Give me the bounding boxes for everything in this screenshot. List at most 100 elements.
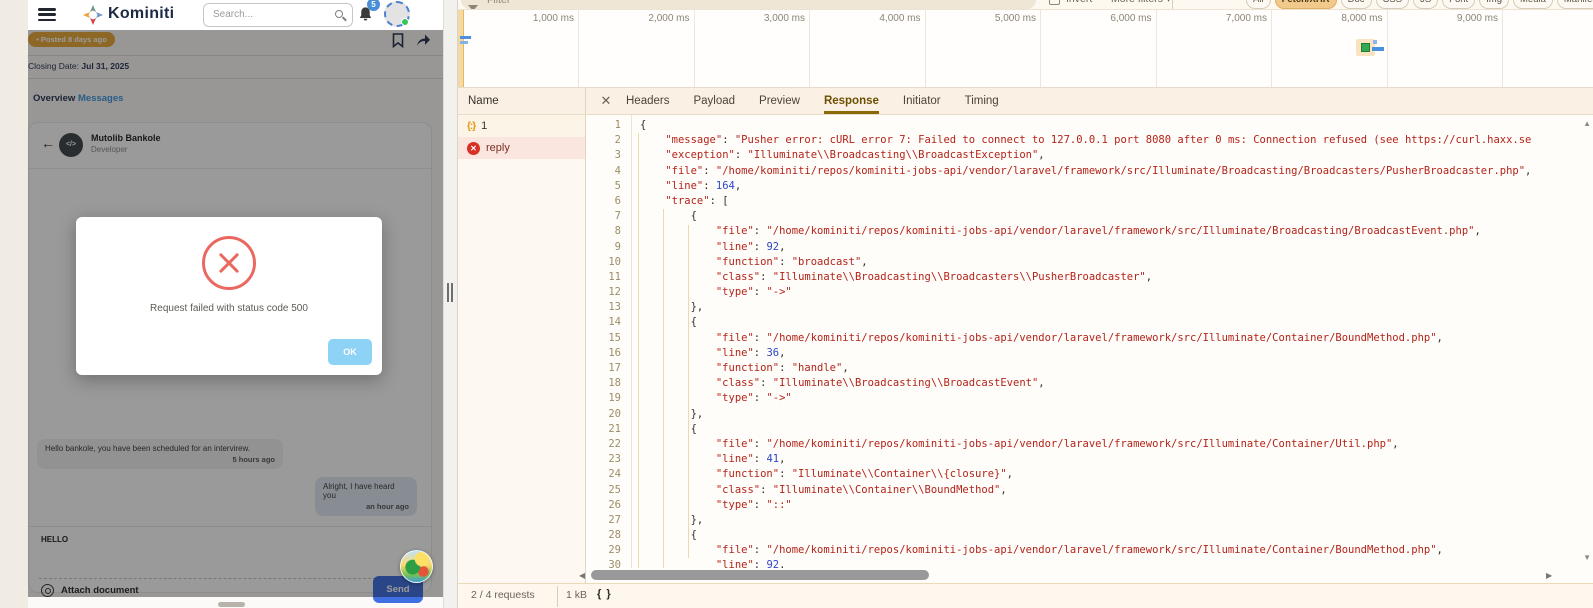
scroll-down-arrow-icon[interactable]: ▼ — [1583, 553, 1591, 562]
requests-name-header[interactable]: Name — [458, 88, 585, 115]
network-filter-toolbar: Filter Invert More filters ▾ AllFetch/XH… — [458, 0, 1593, 10]
filter-chip-doc[interactable]: Doc — [1341, 0, 1372, 9]
line-number: 13 — [586, 300, 621, 315]
filter-chip-manifest[interactable]: Manifest — [1557, 0, 1593, 9]
line-number: 14 — [586, 315, 621, 330]
line-number: 21 — [586, 422, 621, 437]
error-message: Request failed with status code 500 — [76, 303, 382, 314]
search-placeholder: Search... — [213, 9, 253, 20]
response-code-line: 5 "line": 164, — [586, 179, 1593, 194]
response-code-line: 12 "type": "->" — [586, 285, 1593, 300]
request-row-1[interactable]: {:}1 — [458, 115, 585, 137]
response-code-line: 21 { — [586, 422, 1593, 437]
response-code-line: 1{ — [586, 118, 1593, 133]
line-number: 26 — [586, 498, 621, 513]
response-code-line: 19 "type": "->" — [586, 391, 1593, 406]
kominiti-app: Kominiti Search... 5 • Posted 8 days ago… — [0, 0, 443, 608]
line-number: 8 — [586, 224, 621, 239]
line-number: 2 — [586, 133, 621, 148]
response-code-line: 29 "file": "/home/kominiti/repos/kominit… — [586, 543, 1593, 558]
timeline-gridline — [1156, 10, 1157, 87]
error-icon: ✕ — [467, 142, 480, 155]
horizontal-scrollbar-thumb[interactable] — [591, 570, 929, 580]
detail-tab-response[interactable]: Response — [824, 88, 879, 114]
request-mark-green — [1361, 43, 1370, 52]
filter-chip-fetch-xhr[interactable]: Fetch/XHR — [1275, 0, 1337, 9]
request-row-reply[interactable]: ✕reply — [458, 137, 585, 159]
job-detail-page: • Posted 8 days ago Closing Date: Jul 31… — [28, 30, 443, 608]
more-filters-button[interactable]: More filters ▾ — [1111, 0, 1171, 5]
line-number: 3 — [586, 148, 621, 163]
network-overview-timeline[interactable]: 1,000 ms2,000 ms3,000 ms4,000 ms5,000 ms… — [458, 10, 1593, 88]
request-timing-bar — [460, 36, 471, 39]
line-number: 24 — [586, 467, 621, 482]
requests-table: Name {:}1✕reply — [458, 88, 586, 583]
kominiti-logo-icon[interactable] — [82, 4, 104, 26]
response-horizontal-scrollbar[interactable]: ◀ ▶ — [576, 568, 1593, 583]
overview-selection-handle[interactable] — [458, 10, 464, 87]
gutter-border — [631, 115, 632, 568]
timeline-tick-label: 1,000 ms — [504, 13, 574, 24]
scroll-up-arrow-icon[interactable]: ▲ — [1583, 119, 1591, 128]
line-number: 27 — [586, 513, 621, 528]
response-code-line: 26 "type": "::" — [586, 498, 1593, 513]
divider — [1172, 0, 1173, 10]
timeline-gridline — [1387, 10, 1388, 87]
detail-tab-preview[interactable]: Preview — [759, 88, 800, 114]
search-icon — [335, 10, 343, 18]
line-number: 5 — [586, 179, 621, 194]
line-number: 30 — [586, 558, 621, 568]
line-number: 19 — [586, 391, 621, 406]
close-detail-icon[interactable]: ✕ — [599, 93, 613, 109]
line-number: 28 — [586, 528, 621, 543]
request-timing-bar — [460, 41, 468, 44]
pane-resize-handle[interactable] — [447, 283, 454, 302]
timeline-gridline — [1040, 10, 1041, 87]
response-code-line: 3 "exception": "Illuminate\\Broadcasting… — [586, 148, 1593, 163]
response-code-line: 6 "trace": [ — [586, 194, 1593, 209]
response-code-line: 13 }, — [586, 300, 1593, 315]
timeline-tick-label: 6,000 ms — [1082, 13, 1152, 24]
response-code-line: 24 "function": "Illuminate\\Container\\{… — [586, 467, 1593, 482]
scroll-right-arrow-icon[interactable]: ▶ — [1546, 571, 1552, 580]
detail-tab-timing[interactable]: Timing — [965, 88, 999, 114]
line-number: 4 — [586, 164, 621, 179]
pane-resize-track — [443, 0, 457, 608]
timeline-gridline — [1502, 10, 1503, 87]
filter-chip-js[interactable]: JS — [1413, 0, 1438, 9]
error-x-icon — [202, 236, 256, 290]
detail-tab-initiator[interactable]: Initiator — [903, 88, 941, 114]
indent-guide — [688, 225, 689, 558]
request-detail-pane: ✕ Headers Payload Preview Response Initiator… — [586, 88, 1593, 583]
user-avatar[interactable] — [384, 1, 410, 27]
response-code-line: 28 { — [586, 528, 1593, 543]
horizontal-scrollbar-thumb[interactable] — [218, 602, 245, 607]
screen: Kominiti Search... 5 • Posted 8 days ago… — [0, 0, 1593, 608]
filter-chip-all[interactable]: All — [1246, 0, 1271, 9]
filter-chip-media[interactable]: Media — [1513, 0, 1553, 9]
scroll-left-arrow-icon[interactable]: ◀ — [579, 571, 585, 580]
filter-chip-img[interactable]: Img — [1479, 0, 1509, 9]
invert-checkbox[interactable] — [1049, 0, 1060, 5]
ok-button[interactable]: OK — [328, 339, 372, 365]
search-input[interactable]: Search... — [203, 3, 353, 27]
hamburger-menu-icon[interactable] — [38, 8, 56, 22]
detail-tab-payload[interactable]: Payload — [693, 88, 735, 114]
detail-tab-headers[interactable]: Headers — [626, 88, 669, 114]
filter-chip-css[interactable]: CSS — [1376, 0, 1410, 9]
filter-chip-font[interactable]: Font — [1442, 0, 1475, 9]
timeline-tick-label: 8,000 ms — [1313, 13, 1383, 24]
detail-tabs-bar: ✕ Headers Payload Preview Response Initiator… — [586, 88, 1593, 115]
format-json-icon[interactable]: { } — [597, 588, 612, 600]
online-status-dot — [401, 18, 409, 26]
brand-title: Kominiti — [108, 5, 174, 23]
transferred-size: 1 kB — [566, 589, 587, 601]
response-code-line: 17 "function": "handle", — [586, 361, 1593, 376]
error-modal: Request failed with status code 500 OK — [76, 217, 382, 375]
filter-input[interactable]: Filter — [461, 0, 1036, 9]
response-viewer[interactable]: 1{2 "message": "Pusher error: cURL error… — [586, 115, 1593, 568]
emoji-sticker-icon[interactable] — [400, 550, 433, 583]
response-code-line: 10 "function": "broadcast", — [586, 255, 1593, 270]
request-type-chips: All Fetch/XHR Doc CSSJS Font Img Media Manifest… — [1246, 0, 1593, 9]
app-header: Kominiti Search... 5 — [28, 0, 443, 30]
